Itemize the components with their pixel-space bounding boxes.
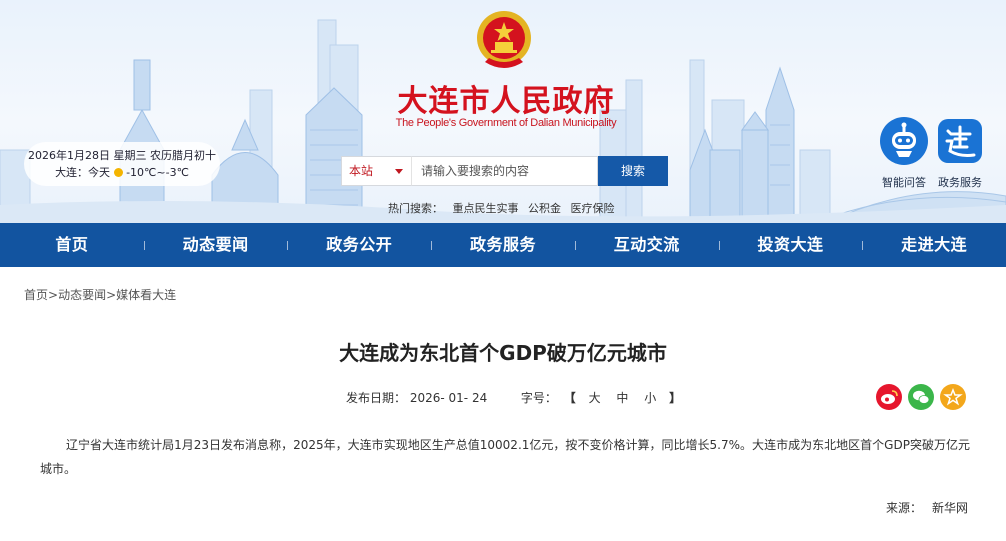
font-size-small-button[interactable]: 小 [644, 391, 656, 405]
search-bar: 本站 搜索 [341, 156, 668, 186]
font-size-medium-button[interactable]: 中 [616, 391, 628, 405]
weibo-icon [881, 390, 898, 404]
nav-item-gov-affairs[interactable]: 政务公开 [287, 223, 431, 267]
robot-icon [880, 117, 928, 165]
hot-search-link[interactable]: 公积金 [528, 202, 561, 215]
nav-item-interaction[interactable]: 互动交流 [574, 223, 719, 267]
weather-temp: -10℃~-3℃ [126, 166, 189, 179]
search-input[interactable] [411, 156, 598, 186]
site-header: 大连市人民政府 The People's Government of Dalia… [0, 0, 1006, 223]
share-weibo-button[interactable] [876, 384, 902, 410]
main-nav: 首页 动态要闻 政务公开 政务服务 互动交流 投资大连 走进大连 [0, 223, 1006, 267]
wechat-icon [913, 390, 930, 404]
quick-link-label: 政务服务 [938, 176, 982, 189]
favorite-button[interactable] [940, 384, 966, 410]
hot-search-link[interactable]: 医疗保险 [571, 202, 615, 215]
publish-date-label: 发布日期： [346, 391, 407, 405]
source-label: 来源： [885, 501, 922, 515]
quick-link-label: 智能问答 [882, 176, 926, 189]
breadcrumb-link[interactable]: 首页 [24, 288, 48, 302]
nav-item-invest[interactable]: 投资大连 [718, 223, 863, 267]
favorite-icon [943, 387, 963, 406]
font-size-large-button[interactable]: 大 [589, 391, 601, 405]
article-source: 来源： 新华网 [886, 499, 968, 516]
article-title: 大连成为东北首个GDP破万亿元城市 [339, 341, 667, 365]
hot-search-label: 热门搜索： [388, 202, 443, 215]
date-weather-box: 2026年1月28日 星期三 农历腊月初十 大连：今天 -10℃~-3℃ [24, 142, 220, 186]
quick-link-gov-service[interactable]: 政务服务 [930, 117, 990, 190]
weather-city: 大连：今天 [55, 166, 111, 179]
article-meta: 发布日期： 2026- 01- 24 字号： 【 大 中 小 】 [346, 391, 682, 405]
hot-search: 热门搜索： 重点民生实事 公积金 医疗保险 [388, 200, 621, 216]
nav-item-home[interactable]: 首页 [0, 223, 144, 267]
national-emblem-icon [477, 11, 531, 68]
search-scope-label: 本站 [349, 164, 374, 178]
quick-link-smart-qa[interactable]: 智能问答 [874, 117, 934, 190]
search-button[interactable]: 搜索 [598, 156, 668, 186]
nav-item-services[interactable]: 政务服务 [431, 223, 575, 267]
date-line: 2026年1月28日 星期三 农历腊月初十 [28, 149, 216, 162]
hot-search-link[interactable]: 重点民生实事 [453, 202, 519, 215]
publish-date: 2026- 01- 24 [409, 391, 488, 405]
breadcrumb: 首页>动态要闻>媒体看大连 [24, 288, 177, 302]
nav-item-about[interactable]: 走进大连 [862, 223, 1006, 267]
search-scope-select[interactable]: 本站 [341, 156, 411, 186]
sun-icon [114, 168, 124, 177]
service-icon [938, 119, 982, 163]
article-body: 辽宁省大连市统计局1月23日发布消息称，2025年，大连市实现地区生产总值100… [40, 438, 970, 476]
breadcrumb-link[interactable]: 动态要闻 [58, 288, 106, 302]
font-size-label: 字号： [520, 391, 557, 405]
weather-line: 大连：今天 -10℃~-3℃ [24, 164, 220, 181]
breadcrumb-link[interactable]: 媒体看大连 [116, 288, 176, 302]
site-title: 大连市人民政府 [397, 84, 615, 119]
site-subtitle: The People's Government of Dalian Munici… [395, 117, 617, 129]
nav-item-news[interactable]: 动态要闻 [143, 223, 288, 267]
share-wechat-button[interactable] [908, 384, 934, 410]
caret-down-icon [395, 169, 403, 174]
source-name: 新华网 [931, 501, 968, 515]
